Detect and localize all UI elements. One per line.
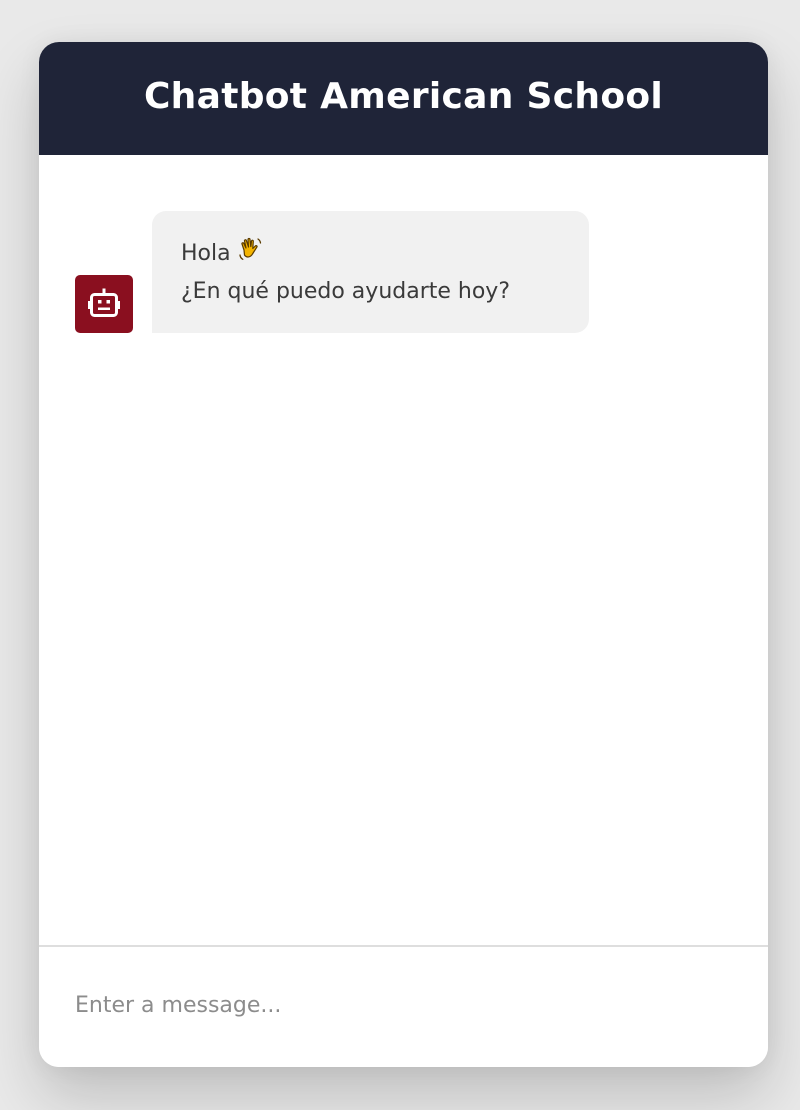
message-line-question: ¿En qué puedo ayudarte hoy?	[181, 279, 511, 304]
bot-avatar	[75, 275, 133, 333]
message-line-greeting: Hola	[181, 235, 561, 274]
chat-messages: Hola ¿En qué puedo ayudarte hoy?	[39, 155, 768, 947]
chat-input-area	[39, 945, 768, 1067]
message-input[interactable]	[75, 985, 695, 1025]
message-bubble: Hola ¿En qué puedo ayudarte hoy?	[152, 211, 589, 333]
chat-title: Chatbot American School	[143, 76, 664, 117]
chat-header: Chatbot American School	[39, 42, 768, 155]
greeting-text: Hola	[181, 241, 231, 266]
robot-icon	[88, 288, 120, 317]
bot-message: Hola ¿En qué puedo ayudarte hoy?	[75, 211, 589, 333]
waving-hand-icon	[237, 235, 265, 274]
chat-window: Chatbot American School Hola ¿En qué pue…	[39, 42, 768, 1067]
